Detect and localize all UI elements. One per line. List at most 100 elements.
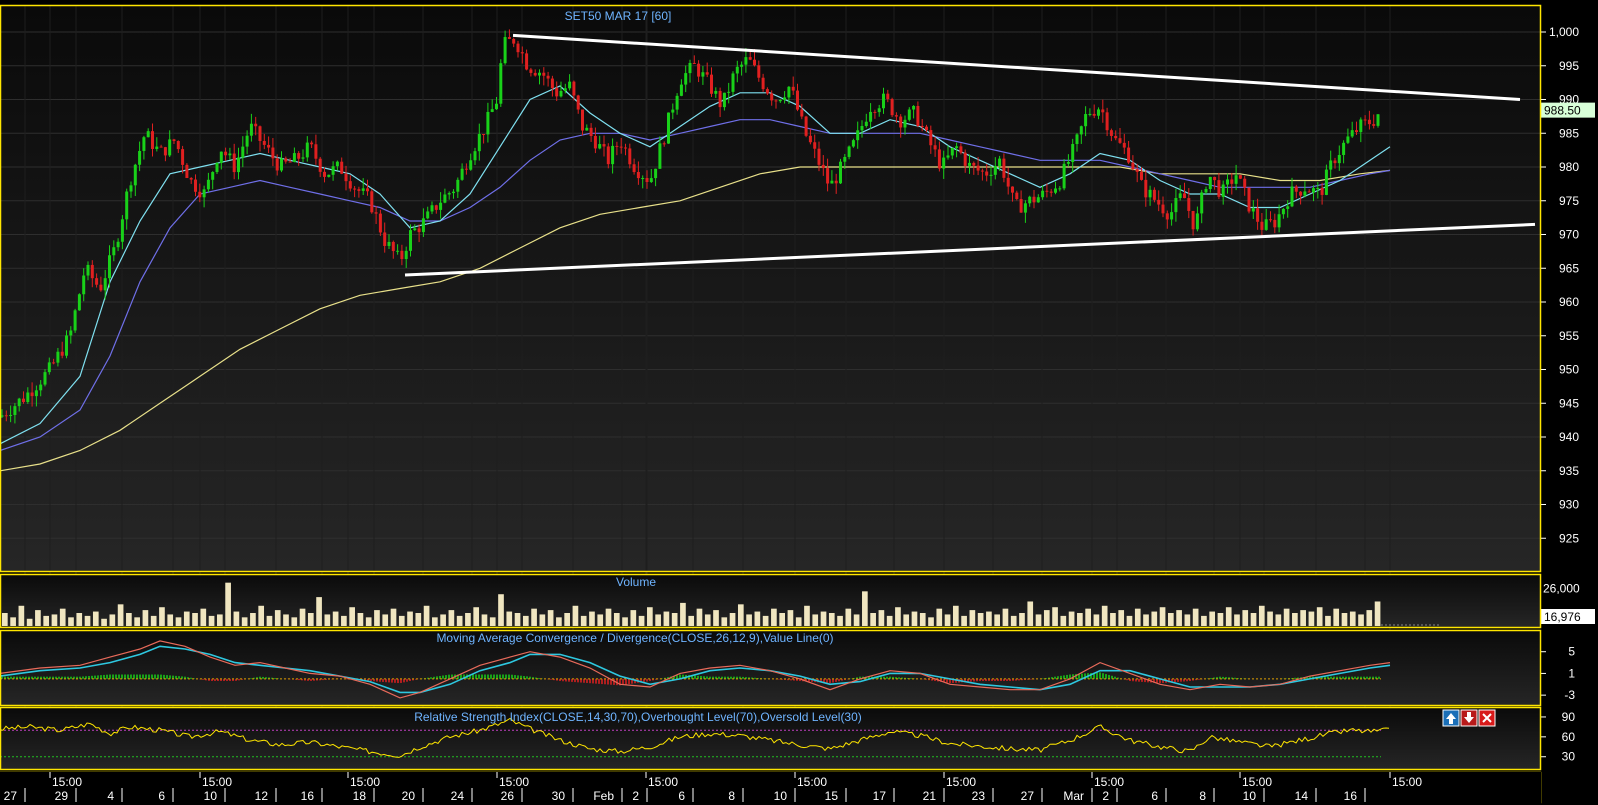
candle-body xyxy=(718,90,722,108)
volume-bar xyxy=(432,617,438,626)
volume-bar xyxy=(779,613,785,626)
rsi-title: Relative Strength Index(CLOSE,14,30,70),… xyxy=(414,710,862,724)
candle-body xyxy=(13,406,17,415)
candle-body xyxy=(1161,204,1165,214)
candle-body xyxy=(155,146,159,149)
candle-body xyxy=(73,310,77,331)
time-tick-label: 15:00 xyxy=(1094,775,1124,789)
date-tick-label: 29 xyxy=(55,789,69,803)
candle-body xyxy=(955,146,959,148)
candle-body xyxy=(1032,196,1036,203)
volume-bar xyxy=(349,607,355,626)
candle-body xyxy=(581,109,584,131)
candle-body xyxy=(1165,213,1169,220)
candle-body xyxy=(288,161,292,163)
volume-bar xyxy=(663,611,670,626)
candle-body xyxy=(490,109,494,112)
time-axis: 27 29 415:00615:0010 12 1615:0018 20 2415:0026… xyxy=(0,772,1541,805)
candle-body xyxy=(976,165,980,171)
volume-bar xyxy=(911,611,918,626)
candle-body xyxy=(740,64,744,67)
candle-body xyxy=(1118,138,1122,143)
volume-bar xyxy=(415,613,422,626)
candle-body xyxy=(357,189,361,191)
candle-body xyxy=(404,250,408,260)
candle-body xyxy=(585,127,589,131)
volume-bar xyxy=(837,615,843,626)
candle-body xyxy=(546,75,550,79)
candle-body xyxy=(667,112,670,144)
candle-body xyxy=(1140,171,1143,180)
price-tick-label: 925 xyxy=(1559,531,1579,545)
candle-body xyxy=(1230,179,1234,184)
candle-body xyxy=(1251,208,1255,212)
volume-bar xyxy=(903,614,910,626)
time-tick-label: 15:00 xyxy=(350,775,380,789)
candle-body xyxy=(598,144,602,149)
candle-body xyxy=(1049,191,1053,193)
candle-body xyxy=(748,57,752,60)
date-tick-label: 16 xyxy=(301,789,315,803)
date-tick-label: 10 xyxy=(1243,789,1257,803)
candle-body xyxy=(533,72,537,76)
candle-body xyxy=(774,100,778,102)
date-tick-label: 17 xyxy=(873,789,887,803)
price-tick-label: 995 xyxy=(1559,59,1579,73)
candle-body xyxy=(636,172,640,179)
candle-body xyxy=(1041,190,1045,198)
candle-body xyxy=(1320,187,1324,195)
volume-bar xyxy=(183,611,190,626)
candle-body xyxy=(959,146,963,153)
volume-bar xyxy=(1052,607,1058,626)
candle-body xyxy=(284,158,288,162)
close-pane-button[interactable] xyxy=(1478,709,1496,727)
candle-body xyxy=(606,146,610,165)
candle-body xyxy=(22,398,25,403)
candle-body xyxy=(1152,189,1156,200)
candle-body xyxy=(473,151,477,161)
volume-bar xyxy=(1151,611,1158,626)
move-up-button[interactable] xyxy=(1442,709,1460,727)
volume-bar xyxy=(944,614,951,626)
candle-body xyxy=(649,178,653,183)
candle-body xyxy=(370,191,374,213)
candle-body xyxy=(568,81,572,89)
candle-body xyxy=(1269,219,1272,221)
macd-tick-label: 5 xyxy=(1568,645,1575,659)
date-tick-label: 21 xyxy=(923,789,937,803)
candle-body xyxy=(366,188,369,192)
candle-body xyxy=(1329,160,1333,170)
candle-body xyxy=(688,62,692,74)
candle-body xyxy=(1243,178,1247,188)
candle-body xyxy=(30,392,34,397)
volume-bar xyxy=(787,610,794,626)
volume-bar xyxy=(795,617,802,626)
date-tick-label: 6 xyxy=(158,789,165,803)
volume-bar xyxy=(1209,611,1216,626)
volume-bar xyxy=(241,617,248,626)
candle-body xyxy=(701,72,705,77)
volume-bar xyxy=(671,613,678,626)
candle-body xyxy=(662,143,666,145)
candle-body xyxy=(1226,179,1229,185)
candle-body xyxy=(194,179,197,192)
candle-body xyxy=(133,164,137,186)
volume-bar xyxy=(597,614,604,626)
candle-body xyxy=(267,144,271,148)
volume-bar xyxy=(1010,615,1017,626)
candle-body xyxy=(439,202,443,210)
candle-body xyxy=(1307,191,1311,193)
volume-bar xyxy=(1341,613,1348,626)
volume-bar xyxy=(167,614,174,626)
move-down-button[interactable] xyxy=(1460,709,1478,727)
volume-bar xyxy=(92,611,99,626)
candle-body xyxy=(1337,154,1341,164)
date-tick-label: 18 xyxy=(353,789,367,803)
candle-body xyxy=(202,189,206,198)
volume-bar xyxy=(713,610,719,626)
volume-bar xyxy=(465,613,471,626)
volume-bar xyxy=(1027,601,1034,626)
volume-bar xyxy=(1159,607,1166,626)
volume-bar xyxy=(878,610,885,626)
candle-body xyxy=(60,351,64,356)
